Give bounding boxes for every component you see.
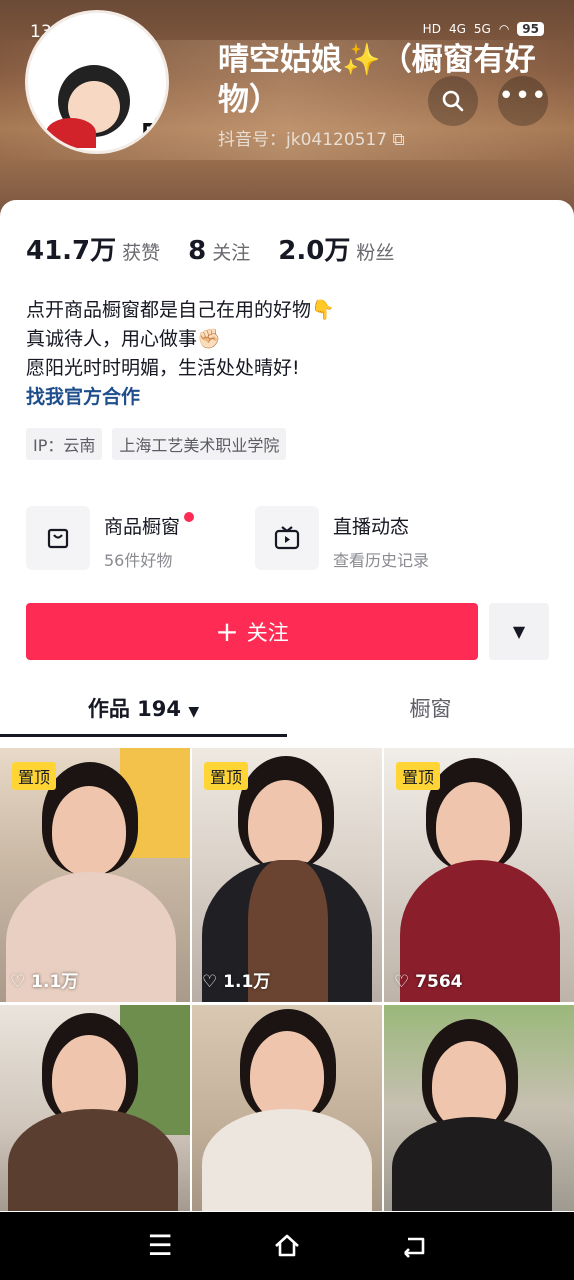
avatar[interactable]: 申	[25, 10, 169, 154]
follow-button[interactable]: + 关注	[26, 603, 478, 660]
more-options-button[interactable]: •••	[498, 76, 548, 126]
video-likes-count: 7564	[415, 972, 463, 992]
video-thumbnail[interactable]: 置顶 ♡ 1.1万	[192, 748, 382, 1002]
back-arrow-icon	[404, 1237, 425, 1258]
video-grid: 置顶 ♡ 1.1万 置顶 ♡ 1.1万 置顶 ♡ 7564	[0, 748, 574, 1212]
notification-dot	[184, 512, 195, 522]
tab-works[interactable]: 作品 194 ▼	[0, 688, 287, 733]
video-thumbnail[interactable]	[0, 1005, 190, 1211]
douyin-id-text: 抖音号：jk04120517	[218, 130, 388, 150]
bio: 点开商品橱窗都是自己在用的好物👇 真诚待人，用心做事✊🏻 愿阳光时时明媚，生活处…	[26, 296, 335, 412]
followers-stat[interactable]: 2.0万 粉丝	[278, 230, 394, 267]
following-count: 8	[188, 236, 207, 266]
back-icon[interactable]: ‹	[40, 84, 52, 119]
wifi-icon: ◠	[498, 22, 510, 36]
video-thumbnail[interactable]	[192, 1005, 382, 1211]
live-history-title: 直播动态	[333, 516, 410, 538]
profile-header: 13:38 HD 4G 5G ◠ 95 申 ‹ 晴空姑娘✨（橱窗有好物） 抖音号…	[0, 0, 574, 215]
video-likes-count: 1.1万	[31, 972, 79, 992]
follow-label: 关注	[246, 620, 289, 645]
bio-line: 真诚待人，用心做事✊🏻	[26, 328, 221, 350]
home-icon	[275, 1234, 299, 1257]
live-history-entry[interactable]: 直播动态 查看历史记录	[255, 506, 429, 571]
following-stat[interactable]: 8 关注	[188, 236, 250, 266]
caret-down-icon: ▼	[512, 622, 526, 641]
likes-stat[interactable]: 41.7万 获赞	[26, 230, 160, 267]
back-button[interactable]	[384, 1226, 444, 1266]
video-thumbnail[interactable]	[384, 1005, 574, 1211]
shopping-bag-icon	[26, 506, 90, 570]
5g-label: 5G	[473, 22, 491, 36]
following-label: 关注	[212, 242, 251, 264]
menu-icon: ☰	[147, 1229, 173, 1262]
profile-card: 41.7万 获赞 8 关注 2.0万 粉丝 点开商品橱窗都是自己在用的好物👇 真诚待人…	[0, 200, 574, 1212]
ip-location-tag: IP：云南	[26, 428, 103, 460]
tab-shop-window[interactable]: 橱窗	[287, 688, 574, 730]
video-likes: ♡ 1.1万	[202, 972, 271, 992]
copy-icon[interactable]: ⧉	[393, 130, 405, 150]
shop-window-subtitle: 56件好物	[104, 551, 173, 570]
4g-label: 4G	[448, 22, 466, 36]
video-likes-count: 1.1万	[223, 972, 271, 992]
live-history-subtitle: 查看历史记录	[333, 551, 430, 570]
search-button[interactable]	[428, 76, 478, 126]
shop-window-entry[interactable]: 商品橱窗 56件好物	[26, 506, 195, 571]
video-thumbnail[interactable]: 置顶 ♡ 7564	[384, 748, 574, 1002]
content-tabs: 作品 194 ▼ 橱窗	[0, 688, 574, 748]
tab-works-label: 作品 194	[87, 697, 182, 721]
likes-count: 41.7万	[26, 236, 117, 266]
system-navigation-bar: ☰	[0, 1212, 574, 1280]
profile-stats: 41.7万 获赞 8 关注 2.0万 粉丝	[26, 230, 394, 267]
hd-label: HD	[422, 22, 441, 36]
recent-apps-button[interactable]: ☰	[130, 1226, 190, 1266]
search-icon	[442, 90, 464, 112]
pinned-badge: 置顶	[396, 762, 441, 790]
active-tab-indicator	[0, 734, 287, 737]
bio-line: 愿阳光时时明媚，生活处处晴好!	[26, 357, 300, 379]
ellipsis-icon: •••	[498, 81, 548, 111]
pinned-badge: 置顶	[12, 762, 57, 790]
followers-count: 2.0万	[278, 236, 351, 266]
school-tag[interactable]: 上海工艺美术职业学院	[112, 428, 287, 460]
video-thumbnail[interactable]: 置顶 ♡ 1.1万	[0, 748, 190, 1002]
shop-window-title: 商品橱窗	[104, 516, 181, 538]
followers-label: 粉丝	[356, 242, 395, 264]
avatar-logo-char: 申	[140, 109, 166, 151]
avatar-fan	[46, 118, 96, 148]
likes-label: 获赞	[122, 242, 161, 264]
recommend-dropdown-button[interactable]: ▼	[489, 603, 549, 660]
caret-down-icon: ▼	[188, 704, 200, 720]
video-likes: ♡ 1.1万	[10, 972, 79, 992]
douyin-id[interactable]: 抖音号：jk04120517 ⧉	[218, 125, 405, 150]
battery-indicator: 95	[517, 22, 544, 36]
tv-icon	[255, 506, 319, 570]
bio-line: 点开商品橱窗都是自己在用的好物👇	[26, 299, 335, 321]
video-likes: ♡ 7564	[394, 972, 463, 992]
plus-icon: +	[215, 614, 239, 648]
profile-tags: IP：云南 上海工艺美术职业学院	[26, 428, 287, 460]
status-icons: HD 4G 5G ◠ 95	[423, 22, 544, 36]
pinned-badge: 置顶	[204, 762, 249, 790]
cooperation-link[interactable]: 找我官方合作	[26, 383, 335, 412]
home-button[interactable]	[257, 1226, 317, 1266]
